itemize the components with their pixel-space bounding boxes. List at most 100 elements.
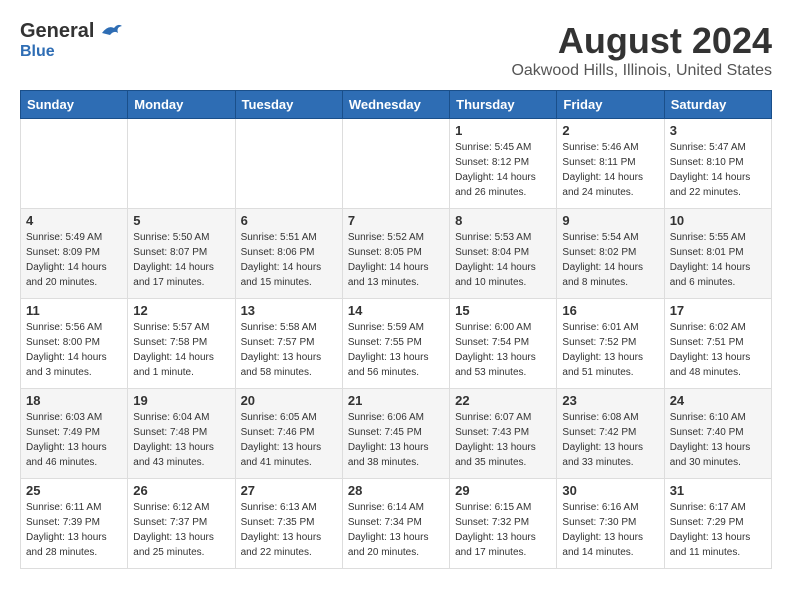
day-number: 15 [455, 303, 551, 318]
page-header: General Blue August 2024 Oakwood Hills, … [20, 20, 772, 80]
day-number: 21 [348, 393, 444, 408]
day-number: 20 [241, 393, 337, 408]
calendar-cell: 31 Sunrise: 6:17 AM Sunset: 7:29 PM Dayli… [664, 479, 771, 569]
day-info: Sunrise: 5:47 AM Sunset: 8:10 PM Dayligh… [670, 140, 766, 200]
calendar-cell: 3Sunrise: 5:47 AM Sunset: 8:10 PM Daylig… [664, 119, 771, 209]
calendar-cell: 28Sunrise: 6:14 AM Sunset: 7:34 PM Dayli… [342, 479, 449, 569]
day-info: Sunrise: 6:01 AM Sunset: 7:52 PM Dayligh… [562, 320, 658, 380]
calendar-cell: 20 Sunrise: 6:05 AM Sunset: 7:46 PM Dayli… [235, 389, 342, 479]
calendar-header: SundayMondayTuesdayWednesdayThursdayFrid… [21, 91, 772, 119]
day-number: 29 [455, 483, 551, 498]
day-info: Sunrise: 5:58 AM Sunset: 7:57 PM Dayligh… [241, 320, 337, 380]
day-number: 1 [455, 123, 551, 138]
calendar-table: SundayMondayTuesdayWednesdayThursdayFrid… [20, 90, 772, 569]
calendar-cell: 27 Sunrise: 6:13 AM Sunset: 7:35 PM Dayli… [235, 479, 342, 569]
day-info: Sunrise: 5:50 AM Sunset: 8:07 PM Dayligh… [133, 230, 229, 290]
calendar-cell: 8 Sunrise: 5:53 AM Sunset: 8:04 PM Daylig… [450, 209, 557, 299]
day-number: 23 [562, 393, 658, 408]
day-info: Sunrise: 6:04 AM Sunset: 7:48 PM Dayligh… [133, 410, 229, 470]
day-info: Sunrise: 5:53 AM Sunset: 8:04 PM Dayligh… [455, 230, 551, 290]
calendar-cell: 6 Sunrise: 5:51 AM Sunset: 8:06 PM Daylig… [235, 209, 342, 299]
calendar-cell: 22Sunrise: 6:07 AM Sunset: 7:43 PM Dayli… [450, 389, 557, 479]
calendar-cell: 9Sunrise: 5:54 AM Sunset: 8:02 PM Daylig… [557, 209, 664, 299]
day-number: 6 [241, 213, 337, 228]
day-number: 30 [562, 483, 658, 498]
day-number: 27 [241, 483, 337, 498]
day-number: 19 [133, 393, 229, 408]
day-number: 9 [562, 213, 658, 228]
day-info: Sunrise: 6:05 AM Sunset: 7:46 PM Dayligh… [241, 410, 337, 470]
day-info: Sunrise: 6:16 AM Sunset: 7:30 PM Dayligh… [562, 500, 658, 560]
day-info: Sunrise: 6:15 AM Sunset: 7:32 PM Dayligh… [455, 500, 551, 560]
day-number: 8 [455, 213, 551, 228]
day-info: Sunrise: 6:10 AM Sunset: 7:40 PM Dayligh… [670, 410, 766, 470]
day-info: Sunrise: 5:46 AM Sunset: 8:11 PM Dayligh… [562, 140, 658, 200]
day-number: 13 [241, 303, 337, 318]
column-header-wednesday: Wednesday [342, 91, 449, 119]
calendar-cell [342, 119, 449, 209]
column-header-monday: Monday [128, 91, 235, 119]
calendar-cell [21, 119, 128, 209]
day-info: Sunrise: 6:14 AM Sunset: 7:34 PM Dayligh… [348, 500, 444, 560]
day-number: 16 [562, 303, 658, 318]
day-number: 14 [348, 303, 444, 318]
title-area: August 2024 Oakwood Hills, Illinois, Uni… [511, 20, 772, 80]
calendar-cell: 16 Sunrise: 6:01 AM Sunset: 7:52 PM Dayli… [557, 299, 664, 389]
day-info: Sunrise: 6:06 AM Sunset: 7:45 PM Dayligh… [348, 410, 444, 470]
calendar-cell: 21 Sunrise: 6:06 AM Sunset: 7:45 PM Dayli… [342, 389, 449, 479]
day-number: 12 [133, 303, 229, 318]
logo-blue-text: Blue [20, 43, 55, 60]
calendar-cell: 24Sunrise: 6:10 AM Sunset: 7:40 PM Dayli… [664, 389, 771, 479]
calendar-cell: 5 Sunrise: 5:50 AM Sunset: 8:07 PM Daylig… [128, 209, 235, 299]
day-number: 25 [26, 483, 122, 498]
day-info: Sunrise: 6:17 AM Sunset: 7:29 PM Dayligh… [670, 500, 766, 560]
column-header-saturday: Saturday [664, 91, 771, 119]
day-number: 2 [562, 123, 658, 138]
calendar-cell: 25Sunrise: 6:11 AM Sunset: 7:39 PM Dayli… [21, 479, 128, 569]
calendar-cell: 26 Sunrise: 6:12 AM Sunset: 7:37 PM Dayli… [128, 479, 235, 569]
calendar-cell [128, 119, 235, 209]
day-info: Sunrise: 6:00 AM Sunset: 7:54 PM Dayligh… [455, 320, 551, 380]
day-info: Sunrise: 5:57 AM Sunset: 7:58 PM Dayligh… [133, 320, 229, 380]
day-number: 10 [670, 213, 766, 228]
calendar-cell: 1 Sunrise: 5:45 AM Sunset: 8:12 PM Daylig… [450, 119, 557, 209]
calendar-cell: 11Sunrise: 5:56 AM Sunset: 8:00 PM Dayli… [21, 299, 128, 389]
logo-bird-icon [100, 23, 122, 41]
day-number: 17 [670, 303, 766, 318]
calendar-cell: 19 Sunrise: 6:04 AM Sunset: 7:48 PM Dayli… [128, 389, 235, 479]
column-header-friday: Friday [557, 91, 664, 119]
day-number: 5 [133, 213, 229, 228]
calendar-cell: 30 Sunrise: 6:16 AM Sunset: 7:30 PM Dayli… [557, 479, 664, 569]
day-info: Sunrise: 5:45 AM Sunset: 8:12 PM Dayligh… [455, 140, 551, 200]
calendar-location: Oakwood Hills, Illinois, United States [511, 62, 772, 80]
day-info: Sunrise: 5:51 AM Sunset: 8:06 PM Dayligh… [241, 230, 337, 290]
day-number: 4 [26, 213, 122, 228]
day-info: Sunrise: 6:13 AM Sunset: 7:35 PM Dayligh… [241, 500, 337, 560]
calendar-cell: 10 Sunrise: 5:55 AM Sunset: 8:01 PM Dayli… [664, 209, 771, 299]
day-number: 26 [133, 483, 229, 498]
calendar-cell: 2 Sunrise: 5:46 AM Sunset: 8:11 PM Daylig… [557, 119, 664, 209]
day-info: Sunrise: 5:55 AM Sunset: 8:01 PM Dayligh… [670, 230, 766, 290]
day-info: Sunrise: 6:12 AM Sunset: 7:37 PM Dayligh… [133, 500, 229, 560]
logo: General Blue [20, 20, 122, 61]
day-info: Sunrise: 6:02 AM Sunset: 7:51 PM Dayligh… [670, 320, 766, 380]
calendar-cell: 23 Sunrise: 6:08 AM Sunset: 7:42 PM Dayli… [557, 389, 664, 479]
day-number: 7 [348, 213, 444, 228]
day-info: Sunrise: 5:49 AM Sunset: 8:09 PM Dayligh… [26, 230, 122, 290]
calendar-cell: 14 Sunrise: 5:59 AM Sunset: 7:55 PM Dayli… [342, 299, 449, 389]
calendar-cell: 13 Sunrise: 5:58 AM Sunset: 7:57 PM Dayli… [235, 299, 342, 389]
day-info: Sunrise: 5:56 AM Sunset: 8:00 PM Dayligh… [26, 320, 122, 380]
day-info: Sunrise: 6:08 AM Sunset: 7:42 PM Dayligh… [562, 410, 658, 470]
calendar-cell: 17 Sunrise: 6:02 AM Sunset: 7:51 PM Dayli… [664, 299, 771, 389]
calendar-cell: 7 Sunrise: 5:52 AM Sunset: 8:05 PM Daylig… [342, 209, 449, 299]
day-number: 31 [670, 483, 766, 498]
column-header-thursday: Thursday [450, 91, 557, 119]
day-info: Sunrise: 5:59 AM Sunset: 7:55 PM Dayligh… [348, 320, 444, 380]
day-info: Sunrise: 5:52 AM Sunset: 8:05 PM Dayligh… [348, 230, 444, 290]
day-number: 18 [26, 393, 122, 408]
calendar-cell [235, 119, 342, 209]
calendar-cell: 29 Sunrise: 6:15 AM Sunset: 7:32 PM Dayli… [450, 479, 557, 569]
column-header-sunday: Sunday [21, 91, 128, 119]
calendar-cell: 4 Sunrise: 5:49 AM Sunset: 8:09 PM Daylig… [21, 209, 128, 299]
calendar-cell: 15 Sunrise: 6:00 AM Sunset: 7:54 PM Dayli… [450, 299, 557, 389]
